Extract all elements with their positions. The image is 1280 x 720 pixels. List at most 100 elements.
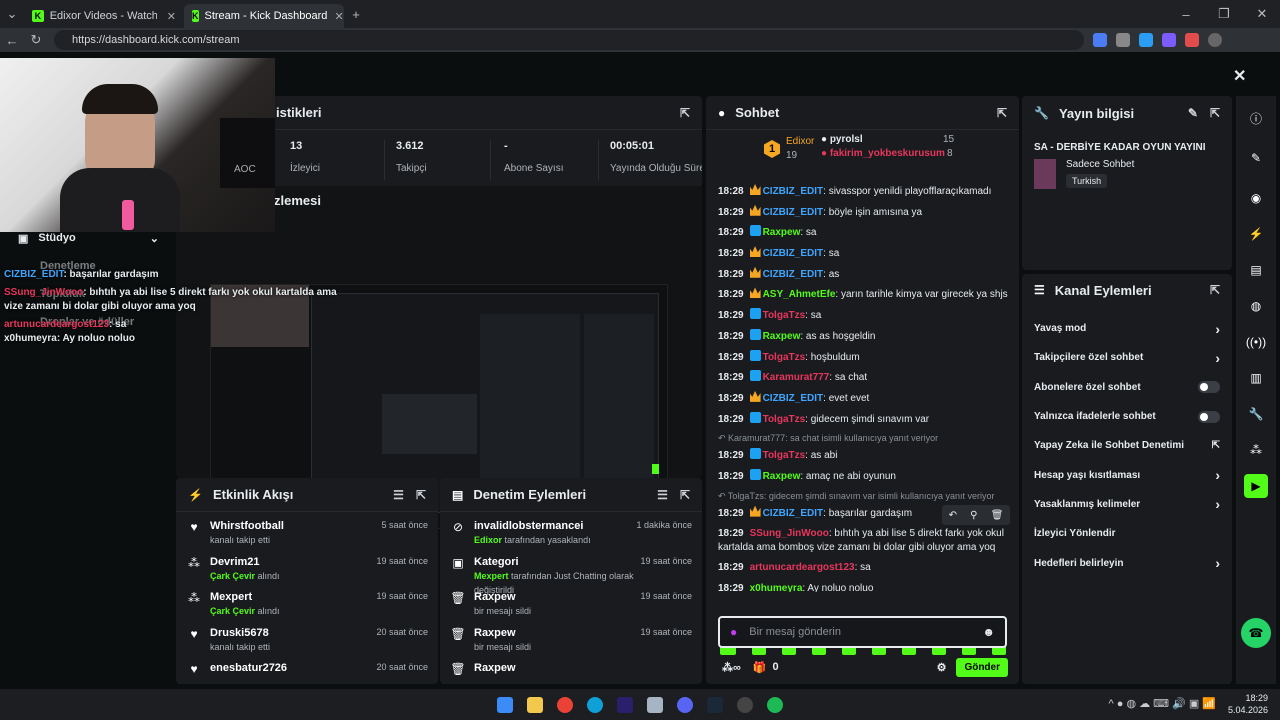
extension-icon[interactable] — [1185, 33, 1199, 47]
event-user[interactable]: Druski5678 — [210, 627, 376, 639]
back-icon[interactable]: ← — [0, 33, 24, 48]
chat-input[interactable]: ● Bir mesaj gönderin ☻ — [718, 616, 1007, 648]
chat-message[interactable]: 18:29 TolgaTzs: as abi — [718, 446, 1010, 467]
windows-start-icon[interactable] — [497, 696, 513, 713]
chat-message[interactable]: 18:29 ASY_AhmetEfe: yarın tarihle kimya v… — [718, 285, 1010, 306]
discord-icon[interactable] — [677, 696, 693, 713]
moderation-target[interactable]: Raxpew — [474, 627, 640, 639]
edge-icon[interactable] — [587, 696, 603, 713]
expand-icon[interactable]: ⇱ — [680, 488, 690, 502]
channel-action-item[interactable]: Yavaş mod › — [1022, 314, 1232, 343]
tab-stream-dashboard[interactable]: K Stream - Kick Dashboard ✕ — [184, 4, 344, 28]
steam-icon[interactable] — [707, 696, 723, 713]
community-icon[interactable]: ⁂ — [1244, 438, 1268, 462]
chat-message[interactable]: 18:29 Raxpew: as as hoşgeldin — [718, 327, 1010, 348]
tab-list-icon[interactable]: ⌄ — [0, 6, 24, 22]
chat-message[interactable]: 18:29 SSung_JinWooo: bıhtıh ya abi lise 5… — [718, 524, 1010, 558]
chat-message[interactable]: 18:29 CIZBIZ_EDIT: böyle işin amısına ya — [718, 203, 1010, 224]
chat-username[interactable]: TolgaTzs — [763, 450, 806, 461]
chat-message[interactable]: 18:29 TolgaTzs: gidecem şimdi sınavım var — [718, 410, 1010, 431]
profile-avatar[interactable] — [1208, 33, 1222, 47]
chat-username[interactable]: CIZBIZ_EDIT — [763, 186, 824, 197]
new-tab-icon[interactable]: + — [344, 7, 368, 22]
support-headset-icon[interactable]: ☎ — [1241, 618, 1271, 648]
chat-message[interactable]: 18:29 Raxpew: sa — [718, 223, 1010, 244]
pin-icon[interactable]: ⚲ — [970, 510, 977, 521]
moderation-target[interactable]: Kategori — [474, 556, 640, 568]
chat-username[interactable]: CIZBIZ_EDIT — [763, 508, 824, 519]
expand-icon[interactable]: ⇱ — [680, 106, 690, 120]
chat-username[interactable]: CIZBIZ_EDIT — [763, 393, 824, 404]
chat-username[interactable]: TolgaTzs — [763, 352, 806, 363]
close-tab-icon[interactable]: ✕ — [335, 10, 344, 23]
premiere-icon[interactable] — [617, 696, 633, 713]
maximize-icon[interactable]: ❐ — [1212, 6, 1236, 22]
close-tab-icon[interactable]: ✕ — [167, 10, 176, 23]
kick-app-icon[interactable]: ▶ — [1244, 474, 1268, 498]
close-dashboard-icon[interactable]: ✕ — [1233, 66, 1246, 86]
chat-username[interactable]: CIZBIZ_EDIT — [763, 269, 824, 280]
extension-icon[interactable] — [1162, 33, 1176, 47]
chat-message[interactable]: 18:29 TolgaTzs: sa — [718, 306, 1010, 327]
app-icon[interactable] — [647, 696, 663, 713]
chat-username[interactable]: Raxpew — [763, 227, 801, 238]
infinity-points-icon[interactable]: ⁂∞ — [722, 661, 741, 674]
chat-message[interactable]: 18:29 artunucardeargost123: sa — [718, 558, 1010, 579]
event-user[interactable]: enesbatur2726 — [210, 662, 376, 674]
emoji-icon[interactable]: ☻ — [982, 625, 995, 639]
system-tray[interactable]: ^ ● ◍ ☁ ⌨ 🔊 ▣ 📶 — [1109, 697, 1216, 710]
chat-username[interactable]: SSung_JinWooo — [750, 528, 829, 539]
toggle-switch[interactable] — [1198, 381, 1220, 394]
event-user[interactable]: Whirstfootball — [210, 520, 381, 532]
chat-username[interactable]: Karamurat777 — [763, 372, 830, 383]
edit-pencil-icon[interactable]: ✎ — [1188, 106, 1198, 120]
edit-pencil-icon[interactable]: ✎ — [1244, 146, 1268, 170]
chat-username[interactable]: TolgaTzs — [763, 310, 806, 321]
file-explorer-icon[interactable] — [527, 696, 543, 713]
microphone-icon[interactable]: ● — [730, 625, 737, 639]
layout-icon[interactable]: ▥ — [1244, 366, 1268, 390]
camera-icon[interactable]: ◉ — [1244, 186, 1268, 210]
broadcast-icon[interactable]: ((•)) — [1244, 330, 1268, 354]
channel-action-item[interactable]: Hedefleri belirleyin › — [1022, 548, 1232, 577]
url-input[interactable]: https://dashboard.kick.com/stream — [54, 30, 1084, 50]
event-user[interactable]: Devrim21 — [210, 556, 376, 568]
channel-action-item[interactable]: Takipçilere özel sohbet › — [1022, 343, 1232, 372]
filter-icon[interactable]: ☰ — [657, 488, 668, 502]
moderation-target[interactable]: invalidlobstermancei — [474, 520, 636, 532]
channel-action-item[interactable]: Yapay Zeka ile Sohbet Denetimi ⇱ — [1022, 431, 1232, 460]
toggle-switch[interactable] — [1198, 410, 1220, 423]
extension-icon[interactable] — [1139, 33, 1153, 47]
chat-username[interactable]: CIZBIZ_EDIT — [763, 207, 824, 218]
chat-username[interactable]: CIZBIZ_EDIT — [763, 248, 824, 259]
spotify-icon[interactable] — [767, 696, 783, 713]
tab-edixor-videos[interactable]: K Edixor Videos - Watch On-Deman ✕ — [24, 4, 184, 28]
chat-message[interactable]: 18:29 CIZBIZ_EDIT: evet evet — [718, 389, 1010, 410]
chat-message[interactable]: 18:29 CIZBIZ_EDIT: sa — [718, 244, 1010, 265]
obs-icon[interactable] — [737, 696, 753, 713]
chat-message[interactable]: 18:28 CIZBIZ_EDIT: sivasspor yenildi play… — [718, 182, 1010, 203]
chat-message[interactable]: 18:29 Karamurat777: sa chat — [718, 368, 1010, 389]
chat-username[interactable]: x0humeyra — [750, 583, 803, 592]
minimize-icon[interactable]: – — [1174, 7, 1198, 22]
expand-icon[interactable]: ⇱ — [1210, 283, 1220, 297]
reload-icon[interactable]: ↻ — [24, 32, 48, 48]
chat-message[interactable]: 18:29 CIZBIZ_EDIT: as — [718, 265, 1010, 286]
chat-bubble-icon[interactable]: ◍ — [1244, 294, 1268, 318]
studio-menu[interactable]: ▣ Stüdyo ⌄ — [0, 228, 175, 248]
chat-username[interactable]: artunucardeargost123 — [750, 562, 855, 573]
chat-username[interactable]: Raxpew — [763, 331, 801, 342]
reply-icon[interactable]: ↶ — [949, 510, 957, 521]
chat-message[interactable]: 18:29 x0humeyra: Ay noluo noluo — [718, 579, 1010, 592]
channel-action-item[interactable]: Abonelere özel sohbet — [1022, 373, 1232, 402]
expand-icon[interactable]: ⇱ — [1210, 106, 1220, 120]
moderation-target[interactable]: Raxpew — [474, 662, 692, 674]
close-window-icon[interactable]: ✕ — [1250, 6, 1274, 22]
extension-icon[interactable] — [1093, 33, 1107, 47]
channel-action-item[interactable]: Yalnızca ifadelerle sohbet — [1022, 402, 1232, 431]
chat-message[interactable]: 18:29 Raxpew: amaç ne abi oyunun — [718, 467, 1010, 488]
expand-icon[interactable]: ⇱ — [416, 488, 426, 502]
info-icon[interactable]: ⓘ — [1244, 106, 1268, 130]
chat-username[interactable]: Raxpew — [763, 471, 801, 482]
filter-icon[interactable]: ☰ — [393, 488, 404, 502]
